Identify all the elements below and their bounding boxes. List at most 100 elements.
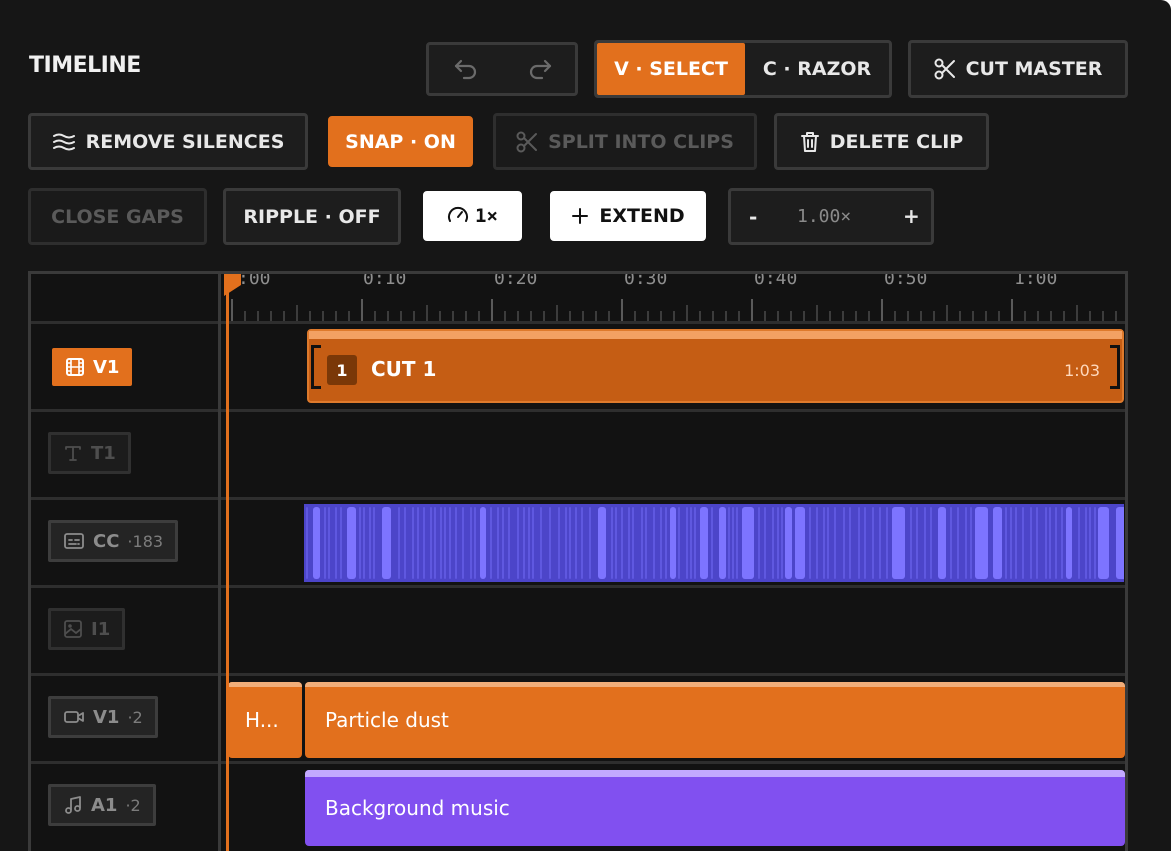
clip-short[interactable]: H... <box>228 682 302 758</box>
caption-segment[interactable] <box>781 507 783 579</box>
caption-segment[interactable] <box>843 507 845 579</box>
caption-segment[interactable] <box>1015 507 1017 579</box>
caption-segment[interactable] <box>970 507 972 579</box>
caption-segment[interactable] <box>785 507 792 579</box>
caption-segment[interactable] <box>359 507 361 579</box>
split-into-clips-button[interactable]: SPLIT INTO CLIPS <box>493 113 757 170</box>
playhead-line[interactable] <box>226 274 229 851</box>
caption-segment[interactable] <box>777 507 779 579</box>
caption-segment[interactable] <box>1049 507 1051 579</box>
caption-segment[interactable] <box>440 507 442 579</box>
caption-segment[interactable] <box>1036 507 1038 579</box>
caption-segment[interactable] <box>412 507 414 579</box>
caption-segment[interactable] <box>711 507 713 579</box>
caption-segment[interactable] <box>694 507 696 579</box>
caption-segment[interactable] <box>1045 507 1047 579</box>
caption-segment[interactable] <box>549 507 551 579</box>
caption-segment[interactable] <box>621 507 623 579</box>
caption-segment[interactable] <box>1030 507 1032 579</box>
caption-segment[interactable] <box>417 507 419 579</box>
caption-segment[interactable] <box>690 507 692 579</box>
redo-icon[interactable] <box>525 56 555 82</box>
track-tag-v1-2[interactable]: V1 ·2 <box>48 696 158 738</box>
speed-button[interactable]: 1× <box>423 191 522 241</box>
caption-segment[interactable] <box>532 507 534 579</box>
caption-segment[interactable] <box>772 507 774 579</box>
caption-segment[interactable] <box>686 507 688 579</box>
caption-segment[interactable] <box>1085 507 1087 579</box>
caption-segment[interactable] <box>569 507 571 579</box>
caption-segment[interactable] <box>508 507 510 579</box>
caption-segment[interactable] <box>758 507 760 579</box>
caption-segment[interactable] <box>1005 507 1007 579</box>
caption-segment[interactable] <box>523 507 525 579</box>
caption-segment[interactable] <box>660 507 662 579</box>
time-ruler[interactable]: :00 0:10 0:20 0:30 0:40 0:50 1:00 <box>224 274 1125 321</box>
caption-segment[interactable] <box>957 507 959 579</box>
zoom-in-button[interactable]: + <box>903 204 920 228</box>
caption-segment[interactable] <box>950 507 952 579</box>
caption-segment[interactable] <box>615 507 617 579</box>
caption-segment[interactable] <box>598 507 606 579</box>
caption-segment[interactable] <box>924 507 926 579</box>
caption-segment[interactable] <box>795 507 805 579</box>
caption-segment[interactable] <box>670 507 676 579</box>
caption-segment[interactable] <box>497 507 499 579</box>
extend-button[interactable]: EXTEND <box>550 191 706 241</box>
caption-segment[interactable] <box>916 507 918 579</box>
caption-segment[interactable] <box>369 507 371 579</box>
caption-segment[interactable] <box>764 507 766 579</box>
caption-segment[interactable] <box>404 507 406 579</box>
caption-segment[interactable] <box>809 507 811 579</box>
caption-segment[interactable] <box>444 507 446 579</box>
caption-segment[interactable] <box>742 507 754 579</box>
caption-segment[interactable] <box>1098 507 1109 579</box>
trim-handle-left[interactable] <box>311 345 321 389</box>
trim-handle-right[interactable] <box>1110 345 1120 389</box>
caption-segment[interactable] <box>382 507 391 579</box>
caption-segment[interactable] <box>816 507 818 579</box>
caption-segment[interactable] <box>517 507 519 579</box>
caption-segment[interactable] <box>490 507 492 579</box>
cut-clip[interactable]: 1 CUT 1 1:03 <box>307 329 1124 403</box>
caption-segment[interactable] <box>645 507 647 579</box>
caption-segment[interactable] <box>558 507 560 579</box>
select-tool-button[interactable]: V · SELECT <box>597 43 745 95</box>
caption-segment[interactable] <box>462 507 464 579</box>
caption-segment[interactable] <box>1078 507 1080 579</box>
caption-segment[interactable] <box>872 507 874 579</box>
caption-segment[interactable] <box>502 507 504 579</box>
caption-segment[interactable] <box>1094 507 1096 579</box>
cut-master-button[interactable]: CUT MASTER <box>908 40 1128 98</box>
caption-segment[interactable] <box>470 507 472 579</box>
caption-segment[interactable] <box>678 507 680 579</box>
captions-track-bars[interactable] <box>304 504 1124 582</box>
caption-segment[interactable] <box>324 507 326 579</box>
caption-segment[interactable] <box>328 507 330 579</box>
caption-segment[interactable] <box>340 507 342 579</box>
caption-segment[interactable] <box>700 507 708 579</box>
caption-segment[interactable] <box>1061 507 1063 579</box>
caption-segment[interactable] <box>827 507 829 579</box>
zoom-out-button[interactable]: - <box>749 205 757 229</box>
caption-segment[interactable] <box>581 507 583 579</box>
caption-segment[interactable] <box>449 507 451 579</box>
caption-segment[interactable] <box>575 507 577 579</box>
caption-segment[interactable] <box>879 507 881 579</box>
caption-segment[interactable] <box>886 507 888 579</box>
caption-segment[interactable] <box>910 507 912 579</box>
caption-segment[interactable] <box>373 507 375 579</box>
caption-segment[interactable] <box>858 507 860 579</box>
track-tag-cc[interactable]: CC ·183 <box>48 520 179 562</box>
caption-segment[interactable] <box>313 507 320 579</box>
caption-segment[interactable] <box>565 507 567 579</box>
caption-segment[interactable] <box>628 507 630 579</box>
caption-segment[interactable] <box>993 507 1002 579</box>
caption-segment[interactable] <box>335 507 337 579</box>
track-tag-v1[interactable]: V1 <box>52 348 133 386</box>
caption-segment[interactable] <box>306 507 308 579</box>
caption-segment[interactable] <box>1116 507 1124 579</box>
caption-segment[interactable] <box>430 507 432 579</box>
clip-particle-dust[interactable]: Particle dust <box>305 682 1125 758</box>
caption-segment[interactable] <box>732 507 734 579</box>
